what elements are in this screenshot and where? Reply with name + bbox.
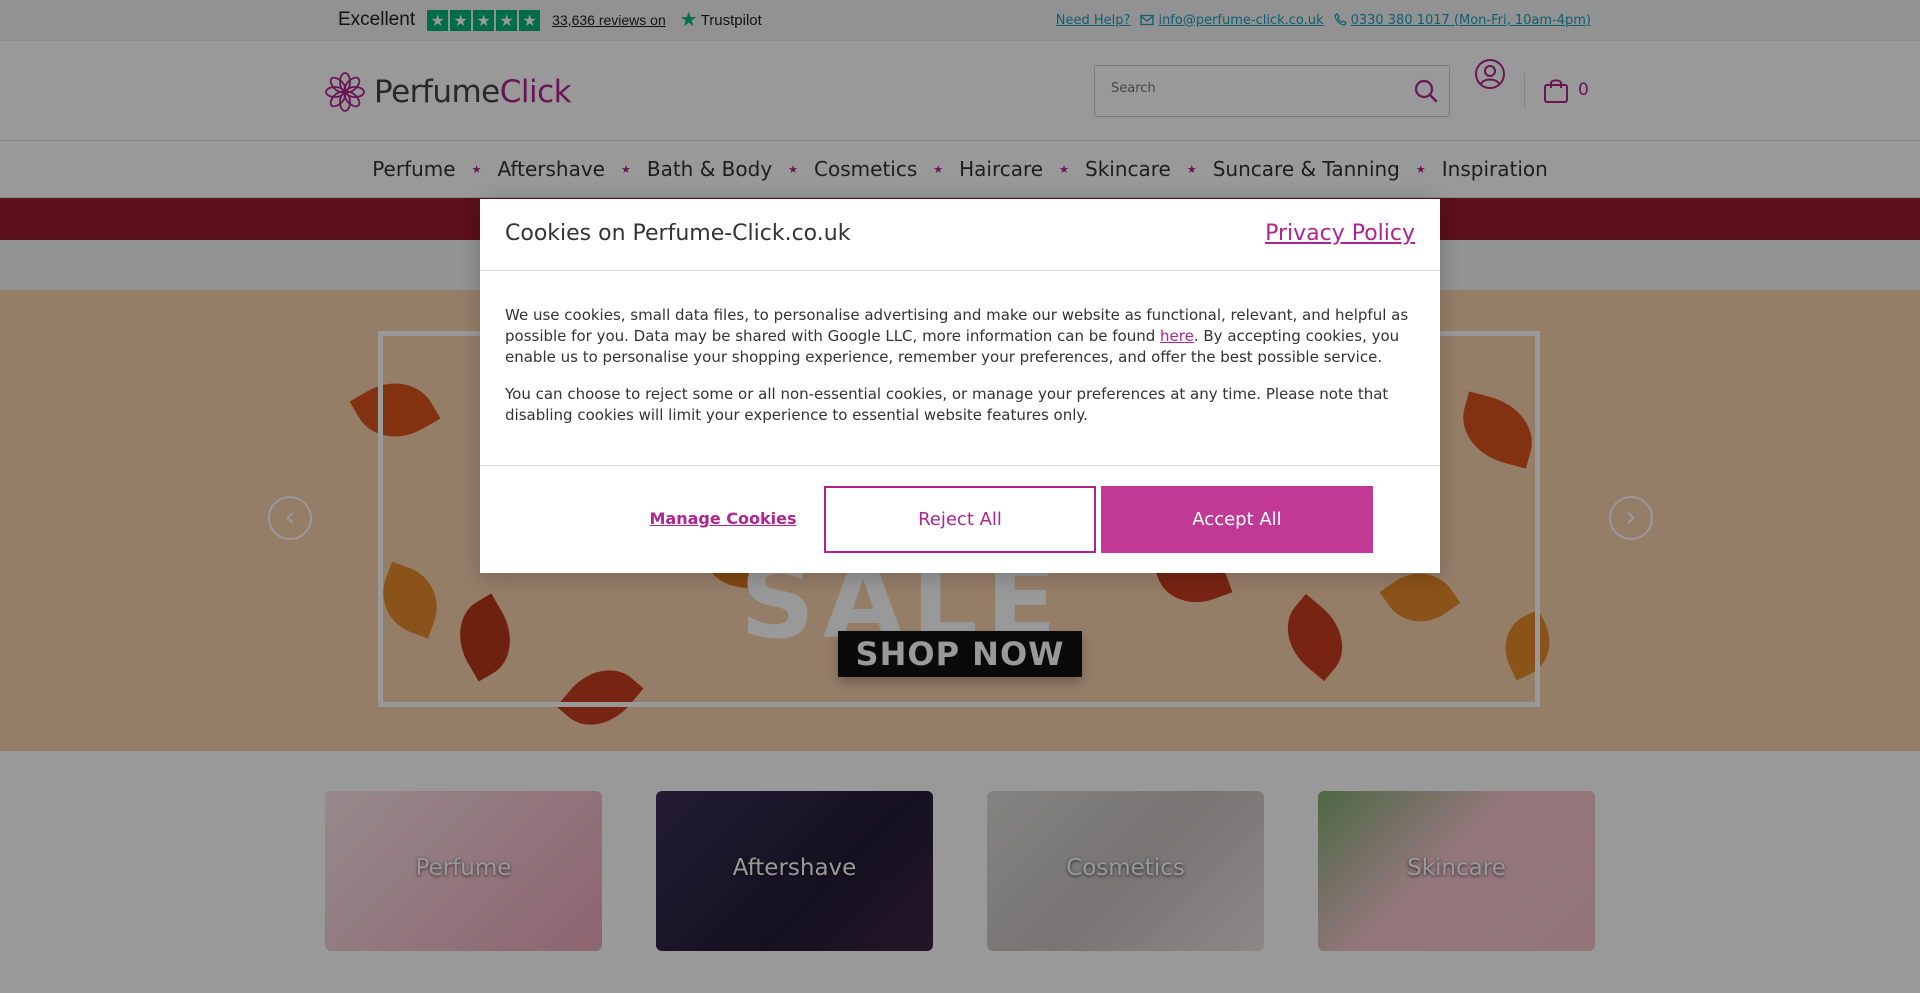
manage-cookies-link[interactable]: Manage Cookies: [620, 509, 826, 528]
cookie-dialog-body: We use cookies, small data files, to per…: [480, 271, 1440, 466]
cookie-dialog-title: Cookies on Perfume-Click.co.uk: [505, 221, 851, 246]
cookie-more-info-link[interactable]: here: [1160, 327, 1194, 345]
accept-all-button[interactable]: Accept All: [1101, 486, 1373, 553]
cookie-reject-note: You can choose to reject some or all non…: [505, 385, 1389, 424]
cookie-consent-dialog: Cookies on Perfume-Click.co.uk Privacy P…: [480, 199, 1440, 573]
privacy-policy-link[interactable]: Privacy Policy: [1265, 221, 1415, 246]
cookie-description: We use cookies, small data files, to per…: [505, 305, 1415, 368]
cookie-dialog-header: Cookies on Perfume-Click.co.uk Privacy P…: [480, 199, 1440, 271]
reject-all-button[interactable]: Reject All: [824, 486, 1096, 553]
